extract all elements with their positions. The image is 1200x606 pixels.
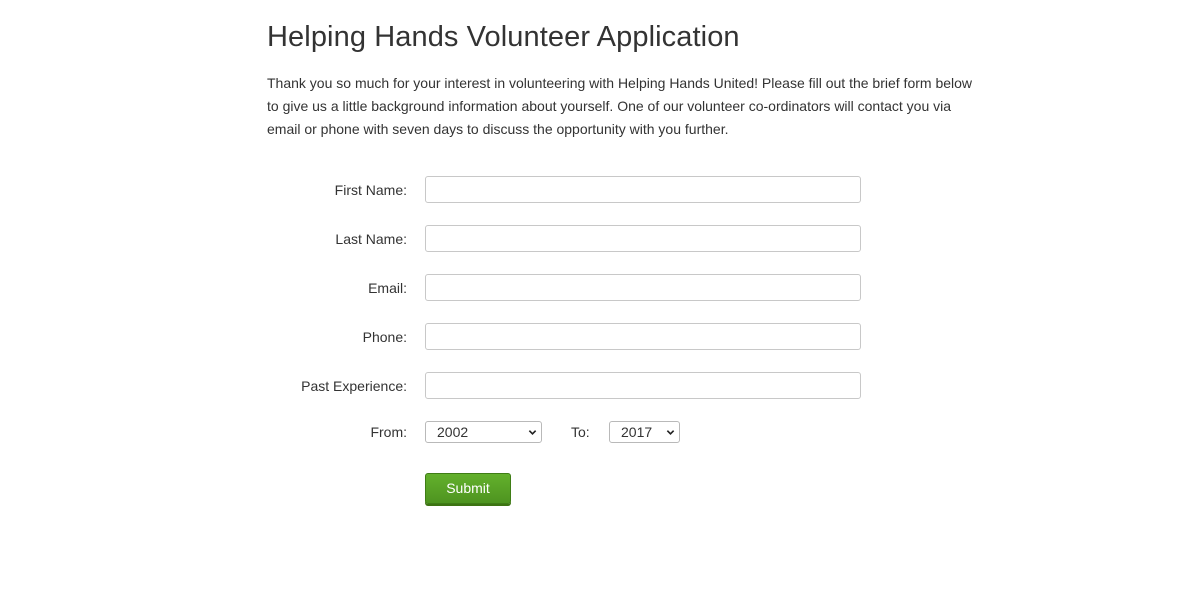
first-name-input[interactable] <box>425 176 861 203</box>
last-name-label: Last Name: <box>335 231 407 247</box>
first-name-row: First Name: <box>267 176 967 204</box>
submit-button[interactable]: Submit <box>425 473 511 504</box>
email-label: Email: <box>368 280 407 296</box>
last-name-row: Last Name: <box>267 225 967 253</box>
from-label: From: <box>370 424 407 440</box>
past-experience-label: Past Experience: <box>301 378 407 394</box>
phone-input[interactable] <box>425 323 861 350</box>
phone-row: Phone: <box>267 323 967 351</box>
intro-paragraph: Thank you so much for your interest in v… <box>267 75 973 137</box>
to-select-value: 2017 <box>621 424 653 440</box>
email-input[interactable] <box>425 274 861 301</box>
page-title: Helping Hands Volunteer Application <box>267 21 740 53</box>
to-label: To: <box>571 424 590 440</box>
to-select[interactable]: 2017 <box>609 421 680 443</box>
chevron-down-icon <box>528 430 537 435</box>
last-name-input[interactable] <box>425 225 861 252</box>
from-select[interactable]: 2002 <box>425 421 542 443</box>
past-experience-input[interactable] <box>425 372 861 399</box>
past-experience-row: Past Experience: <box>267 372 967 400</box>
from-select-value: 2002 <box>437 424 469 440</box>
first-name-label: First Name: <box>334 182 407 198</box>
email-row: Email: <box>267 274 967 302</box>
phone-label: Phone: <box>362 329 407 345</box>
chevron-down-icon <box>666 430 675 435</box>
date-range-row: From: 2002 To: 2017 <box>267 421 967 443</box>
